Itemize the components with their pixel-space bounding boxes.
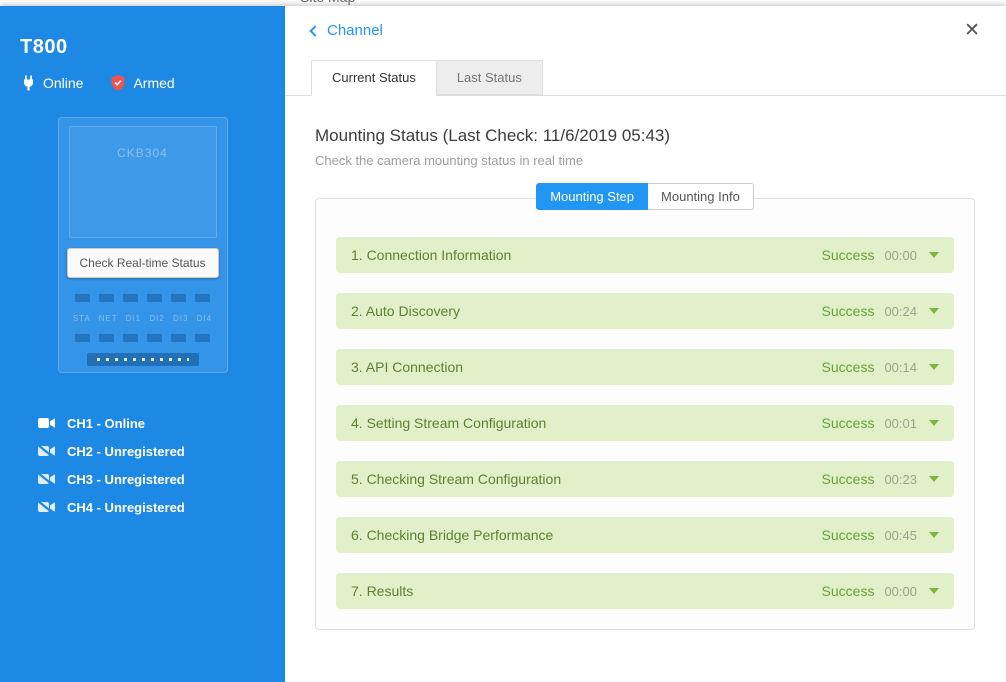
chevron-down-icon — [929, 588, 939, 594]
step-status: Success — [821, 359, 875, 375]
chevron-down-icon — [929, 308, 939, 314]
step-row-5[interactable]: 5. Checking Stream Configuration Success… — [336, 461, 954, 497]
camera-off-icon — [38, 473, 56, 485]
mounting-view-toggle: Mounting Step Mounting Info — [315, 183, 975, 210]
channel-label: CH2 - Unregistered — [67, 443, 185, 459]
channel-label: CH1 - Online — [67, 415, 146, 431]
content-header: Channel ✕ — [285, 6, 1006, 54]
device-faceplate — [68, 126, 217, 238]
back-to-channel-link[interactable]: Channel — [309, 21, 383, 39]
step-row-4[interactable]: 4. Setting Stream Configuration Success … — [336, 405, 954, 441]
step-time: 00:00 — [884, 247, 917, 263]
chevron-left-icon — [309, 24, 321, 37]
toggle-mounting-info[interactable]: Mounting Info — [648, 183, 754, 210]
device-terminal-strip — [86, 353, 199, 366]
device-status-modal: T800 Online Armed CKB304 Check Real-time… — [0, 6, 1006, 682]
step-time: 00:14 — [884, 359, 917, 375]
device-ports-row — [73, 294, 213, 302]
camera-icon — [38, 417, 56, 429]
step-label: 1. Connection Information — [351, 247, 512, 263]
tab-current-status[interactable]: Current Status — [311, 60, 437, 96]
step-time: 00:01 — [884, 415, 917, 431]
step-label: 3. API Connection — [351, 359, 464, 375]
channel-label: CH4 - Unregistered — [67, 499, 185, 515]
status-content: Channel ✕ Current Status Last Status Mou… — [285, 6, 1006, 682]
channel-item-ch3[interactable]: CH3 - Unregistered — [38, 465, 285, 493]
step-status: Success — [821, 583, 875, 599]
step-label: 4. Setting Stream Configuration — [351, 415, 547, 431]
back-label: Channel — [327, 21, 383, 39]
step-row-1[interactable]: 1. Connection Information Success 00:00 — [336, 237, 954, 273]
step-status: Success — [821, 471, 875, 487]
online-label: Online — [43, 75, 84, 91]
plug-icon — [22, 75, 35, 91]
status-tabbar: Current Status Last Status — [285, 60, 1006, 96]
channel-list: CH1 - Online CH2 - Unregistered CH3 - Un… — [0, 409, 285, 521]
mounting-steps-panel: 1. Connection Information Success 00:00 … — [315, 198, 975, 630]
shield-check-icon — [111, 75, 125, 91]
mounting-status-section: Mounting Status (Last Check: 11/6/2019 0… — [285, 96, 1006, 630]
camera-off-icon — [38, 445, 56, 457]
chevron-down-icon — [929, 420, 939, 426]
step-status: Success — [821, 415, 875, 431]
device-connectors-row — [73, 334, 213, 342]
armed-status: Armed — [111, 75, 175, 91]
toggle-mounting-step[interactable]: Mounting Step — [536, 183, 649, 210]
step-row-7[interactable]: 7. Results Success 00:00 — [336, 573, 954, 609]
step-label: 2. Auto Discovery — [351, 303, 460, 319]
channel-item-ch1[interactable]: CH1 - Online — [38, 409, 285, 437]
step-status: Success — [821, 247, 875, 263]
background-nav-fragment: Site Map — [300, 0, 355, 5]
step-row-3[interactable]: 3. API Connection Success 00:14 — [336, 349, 954, 385]
step-time: 00:00 — [884, 583, 917, 599]
step-row-6[interactable]: 6. Checking Bridge Performance Success 0… — [336, 517, 954, 553]
step-status: Success — [821, 527, 875, 543]
device-sidebar: T800 Online Armed CKB304 Check Real-time… — [0, 6, 285, 682]
device-illustration: CKB304 Check Real-time Status STA NET DI… — [57, 117, 228, 373]
step-row-2[interactable]: 2. Auto Discovery Success 00:24 — [336, 293, 954, 329]
device-model-label: CKB304 — [117, 146, 168, 160]
device-ports-label: STA NET DI1 DI2 DI3 DI4 — [72, 314, 213, 323]
close-icon[interactable]: ✕ — [964, 21, 980, 40]
chevron-down-icon — [929, 252, 939, 258]
chevron-down-icon — [929, 532, 939, 538]
chevron-down-icon — [929, 476, 939, 482]
check-realtime-status-button[interactable]: Check Real-time Status — [66, 248, 219, 278]
armed-label: Armed — [133, 75, 175, 91]
online-status: Online — [22, 75, 83, 91]
camera-off-icon — [38, 501, 56, 513]
step-label: 7. Results — [351, 583, 414, 599]
step-label: 6. Checking Bridge Performance — [351, 527, 554, 543]
channel-label: CH3 - Unregistered — [67, 471, 185, 487]
chevron-down-icon — [929, 364, 939, 370]
device-title: T800 — [20, 36, 68, 58]
step-time: 00:24 — [884, 303, 917, 319]
step-time: 00:23 — [884, 471, 917, 487]
tab-last-status[interactable]: Last Status — [436, 60, 543, 95]
channel-item-ch4[interactable]: CH4 - Unregistered — [38, 493, 285, 521]
device-status-row: Online Armed — [0, 59, 285, 91]
page-subtitle: Check the camera mounting status in real… — [315, 153, 584, 168]
step-status: Success — [821, 303, 875, 319]
page-title: Mounting Status (Last Check: 11/6/2019 0… — [315, 126, 671, 145]
channel-item-ch2[interactable]: CH2 - Unregistered — [38, 437, 285, 465]
step-label: 5. Checking Stream Configuration — [351, 471, 562, 487]
step-time: 00:45 — [884, 527, 917, 543]
